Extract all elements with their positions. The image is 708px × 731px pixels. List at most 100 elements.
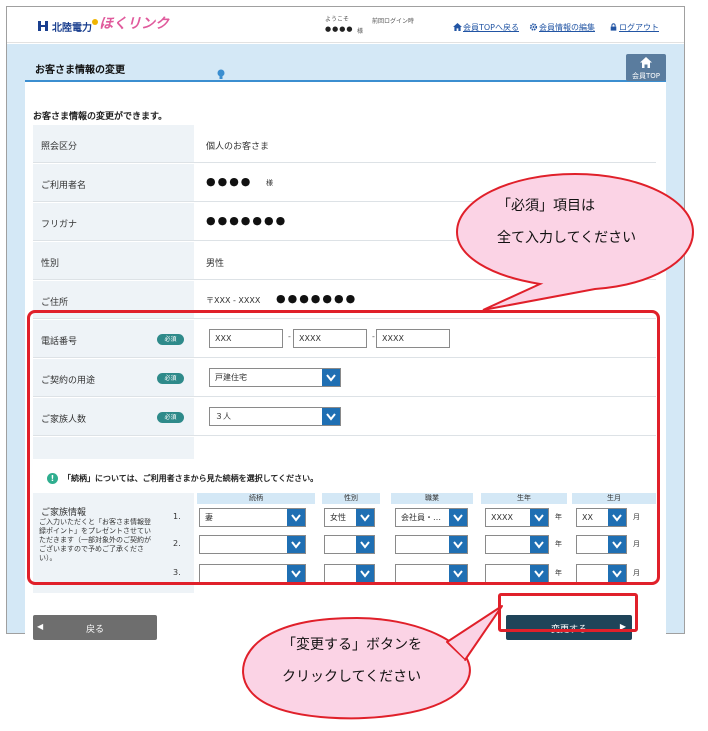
relation-select[interactable]	[199, 535, 306, 554]
member-top-link[interactable]: 会員TOPへ戻る	[453, 22, 519, 33]
logout-link[interactable]: ログアウト	[609, 22, 659, 33]
button-bubble-line2: クリックしてください	[282, 669, 422, 685]
row-label-cell: 照会区分	[33, 125, 194, 162]
welcome-suffix: 様	[357, 28, 364, 35]
family-count-select[interactable]: ３人	[209, 407, 341, 426]
column-header-occupation: 職業	[391, 493, 473, 504]
relation-selected: 妻	[205, 513, 213, 522]
row-label-cell: 電話番号 必須	[33, 320, 194, 357]
family-row-number: 1.	[173, 512, 181, 521]
user-name-label: ご利用者名	[41, 181, 87, 191]
chevron-down-icon	[287, 509, 305, 526]
address-postal: 〒XXX - XXXX	[206, 296, 261, 305]
birth-month-select[interactable]	[576, 564, 627, 583]
chevron-down-icon	[449, 565, 467, 582]
occupation-select[interactable]	[395, 564, 468, 583]
browser-frame: 北陸電力 ほくリンク ようこそ ●●●● 様 前回ログイン時 会員TOPへ戻る …	[6, 6, 685, 640]
home-icon	[640, 57, 652, 68]
gender-select[interactable]	[324, 535, 375, 554]
lightbulb-icon	[215, 69, 227, 82]
change-button-label: 変更する	[550, 625, 587, 635]
service-logo[interactable]: ほくリンク	[99, 13, 169, 33]
birth-month-select[interactable]	[576, 535, 627, 554]
row-label-cell: ご契約の用途 必須	[33, 359, 194, 396]
birth-year-select[interactable]	[485, 564, 549, 583]
lock-icon	[610, 23, 617, 31]
year-unit: 年	[555, 513, 562, 521]
chevron-down-icon	[356, 565, 374, 582]
inquiry-type-value: 個人のお客さま	[206, 142, 270, 152]
birth-year-select[interactable]	[485, 535, 549, 554]
phone-label: 電話番号	[41, 337, 78, 347]
contract-use-selected: 戸建住宅	[215, 373, 247, 382]
intro-text: お客さま情報の変更ができます。	[33, 112, 168, 122]
row-label-cell: ご住所	[33, 281, 194, 318]
chevron-down-icon	[608, 536, 626, 553]
family-count-row: ご家族人数 必須 ３人	[33, 398, 656, 436]
gender-value: 男性	[206, 259, 225, 269]
furigana-value: ●●●●●●●	[206, 214, 288, 227]
required-badge: 必須	[157, 373, 184, 384]
relation-select[interactable]: 妻	[199, 508, 306, 527]
gender-label: 性別	[41, 259, 60, 269]
contract-use-row: ご契約の用途 必須 戸建住宅	[33, 359, 656, 397]
required-bubble-line1: 「必須」項目は	[497, 198, 595, 214]
chevron-down-icon	[449, 536, 467, 553]
birth-month-select[interactable]: XX	[576, 508, 627, 527]
occupation-select[interactable]: 会社員・…	[395, 508, 468, 527]
chevron-down-icon	[322, 408, 340, 425]
welcome-label: ようこそ	[325, 16, 350, 23]
inquiry-type-label: 照会区分	[41, 142, 78, 152]
family-count-label: ご家族人数	[41, 415, 87, 425]
row-label-cell: ご利用者名	[33, 164, 194, 201]
gender-selected: 女性	[330, 513, 346, 522]
gender-select[interactable]: 女性	[324, 508, 375, 527]
family-row-number: 2.	[173, 539, 181, 548]
chevron-down-icon	[530, 536, 548, 553]
company-name: 北陸電力	[52, 23, 92, 34]
chevron-down-icon	[287, 536, 305, 553]
contract-use-label: ご契約の用途	[41, 376, 96, 386]
column-header-birth-month: 生月	[572, 493, 656, 504]
phone-part2-input[interactable]: XXXX	[293, 329, 367, 348]
phone-part1-input[interactable]: XXX	[209, 329, 283, 348]
notice-text: 「続柄」については、ご利用者さまから見た続柄を選択してください。	[63, 474, 319, 483]
column-header-relation: 続柄	[197, 493, 315, 504]
logout-link-label: ログアウト	[619, 23, 659, 32]
required-badge: 必須	[157, 412, 184, 423]
family-row-number: 3.	[173, 568, 181, 577]
chevron-down-icon	[322, 369, 340, 386]
family-info-title: ご家族情報	[41, 508, 87, 518]
chevron-down-icon	[356, 509, 374, 526]
back-button[interactable]: ◀ 戻る	[33, 615, 157, 640]
chevron-down-icon	[530, 565, 548, 582]
chevron-right-icon: ▶	[619, 622, 626, 631]
back-button-label: 戻る	[85, 625, 104, 635]
relation-select[interactable]	[199, 564, 306, 583]
chevron-down-icon	[449, 509, 467, 526]
birth-year-select[interactable]: XXXX	[485, 508, 549, 527]
address-label: ご住所	[41, 298, 69, 308]
company-logo-icon	[38, 21, 48, 31]
year-unit: 年	[555, 540, 562, 548]
member-top-button[interactable]: 会員TOP	[626, 54, 666, 81]
contract-use-select[interactable]: 戸建住宅	[209, 368, 341, 387]
chevron-down-icon	[287, 565, 305, 582]
welcome-user-name: ●●●●	[325, 25, 354, 33]
phone-separator: -	[288, 332, 291, 341]
phone-part3-input[interactable]: XXXX	[376, 329, 450, 348]
change-button[interactable]: 変更する ▶	[506, 615, 632, 640]
gender-select[interactable]	[324, 564, 375, 583]
occupation-selected: 会社員・…	[401, 513, 441, 522]
family-info-description: ご入力いただくと「お客さま情報登録ポイント」をプレゼントさせていただきます（一部…	[39, 518, 151, 562]
form-panel: お客さま情報の変更 会員TOP お客さま情報の変更ができます。 照会区分 個人の…	[25, 52, 666, 640]
chevron-down-icon	[530, 509, 548, 526]
chevron-down-icon	[356, 536, 374, 553]
edit-info-link[interactable]: 会員情報の編集	[529, 22, 595, 33]
last-login-label: 前回ログイン時	[372, 18, 415, 25]
required-badge: 必須	[157, 334, 184, 345]
member-top-link-label: 会員TOPへ戻る	[463, 23, 520, 32]
occupation-select[interactable]	[395, 535, 468, 554]
logo-dot-icon	[92, 19, 98, 25]
month-unit: 月	[633, 569, 640, 577]
